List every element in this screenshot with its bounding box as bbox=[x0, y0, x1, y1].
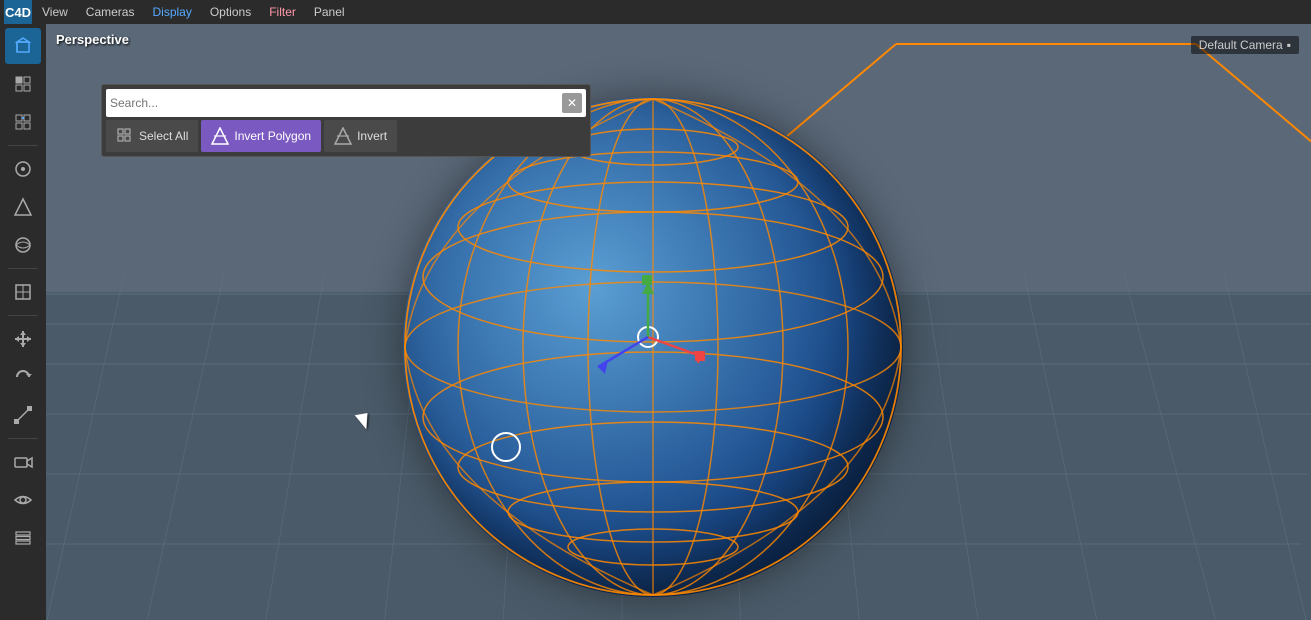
app-logo[interactable]: C4D bbox=[4, 0, 32, 24]
viewport[interactable]: Perspective Default Camera ▪ ✕ bbox=[46, 24, 1311, 620]
sidebar-item-polygon-mode[interactable] bbox=[5, 66, 41, 102]
sidebar-item-point-mode[interactable] bbox=[5, 151, 41, 187]
move-icon bbox=[13, 329, 33, 349]
sidebar-divider-3 bbox=[8, 315, 38, 316]
camera-icon bbox=[13, 452, 33, 472]
invert-polygon-label: Invert Polygon bbox=[234, 129, 311, 143]
menu-display[interactable]: Display bbox=[144, 0, 199, 24]
sidebar-item-uv-mode[interactable] bbox=[5, 189, 41, 225]
rotate-icon bbox=[13, 367, 33, 387]
search-bar: ✕ bbox=[106, 89, 586, 117]
sidebar-item-object-mode[interactable] bbox=[5, 28, 41, 64]
scale-icon bbox=[13, 405, 33, 425]
sphere-object[interactable] bbox=[403, 97, 903, 597]
menu-cameras[interactable]: Cameras bbox=[78, 0, 143, 24]
sidebar-item-sculpt[interactable] bbox=[5, 274, 41, 310]
edge-icon bbox=[13, 112, 33, 132]
sidebar-item-edge-mode[interactable] bbox=[5, 104, 41, 140]
menu-panel[interactable]: Panel bbox=[306, 0, 353, 24]
material-icon bbox=[13, 235, 33, 255]
sidebar-btn-eye[interactable] bbox=[5, 482, 41, 518]
layers-icon bbox=[13, 528, 33, 548]
invert-polygon-icon bbox=[211, 127, 229, 145]
uv-icon bbox=[13, 197, 33, 217]
select-all-icon bbox=[116, 127, 134, 145]
sphere-mesh bbox=[403, 97, 903, 597]
sculpt-icon bbox=[13, 282, 33, 302]
select-toolbar-popup: ✕ Select All bbox=[101, 84, 591, 157]
select-all-label: Select All bbox=[139, 129, 188, 143]
sidebar-divider-2 bbox=[8, 268, 38, 269]
viewport-label: Perspective bbox=[56, 32, 129, 47]
menu-filter[interactable]: Filter bbox=[261, 0, 304, 24]
sidebar-btn-move[interactable] bbox=[5, 321, 41, 357]
point-icon bbox=[13, 159, 33, 179]
sidebar-btn-scale[interactable] bbox=[5, 397, 41, 433]
toolbar-buttons-row: Select All Invert Polygon bbox=[106, 120, 586, 152]
camera-label: Default Camera ▪ bbox=[1191, 36, 1299, 54]
sidebar-btn-camera[interactable] bbox=[5, 444, 41, 480]
invert-polygon-button[interactable]: Invert Polygon bbox=[201, 120, 321, 152]
sidebar-divider-4 bbox=[8, 438, 38, 439]
invert-icon bbox=[334, 127, 352, 145]
polygon-icon bbox=[13, 74, 33, 94]
invert-button[interactable]: Invert bbox=[324, 120, 397, 152]
selection-circle-indicator bbox=[491, 432, 521, 462]
camera-name-text: Default Camera bbox=[1199, 38, 1283, 52]
select-all-button[interactable]: Select All bbox=[106, 120, 198, 152]
camera-options-icon[interactable]: ▪ bbox=[1287, 38, 1291, 52]
invert-label: Invert bbox=[357, 129, 387, 143]
sidebar-btn-rotate[interactable] bbox=[5, 359, 41, 395]
menu-view[interactable]: View bbox=[34, 0, 76, 24]
search-close-button[interactable]: ✕ bbox=[562, 93, 582, 113]
eye-icon bbox=[13, 490, 33, 510]
top-menu-bar: C4D View Cameras Display Options Filter … bbox=[0, 0, 1311, 24]
search-input[interactable] bbox=[110, 96, 558, 110]
cube-icon bbox=[13, 36, 33, 56]
transform-gizmo[interactable] bbox=[593, 272, 723, 402]
sidebar-item-material[interactable] bbox=[5, 227, 41, 263]
menu-options[interactable]: Options bbox=[202, 0, 259, 24]
left-sidebar bbox=[0, 24, 46, 620]
sidebar-divider-1 bbox=[8, 145, 38, 146]
logo-text: C4D bbox=[5, 5, 31, 20]
sidebar-btn-layers[interactable] bbox=[5, 520, 41, 556]
